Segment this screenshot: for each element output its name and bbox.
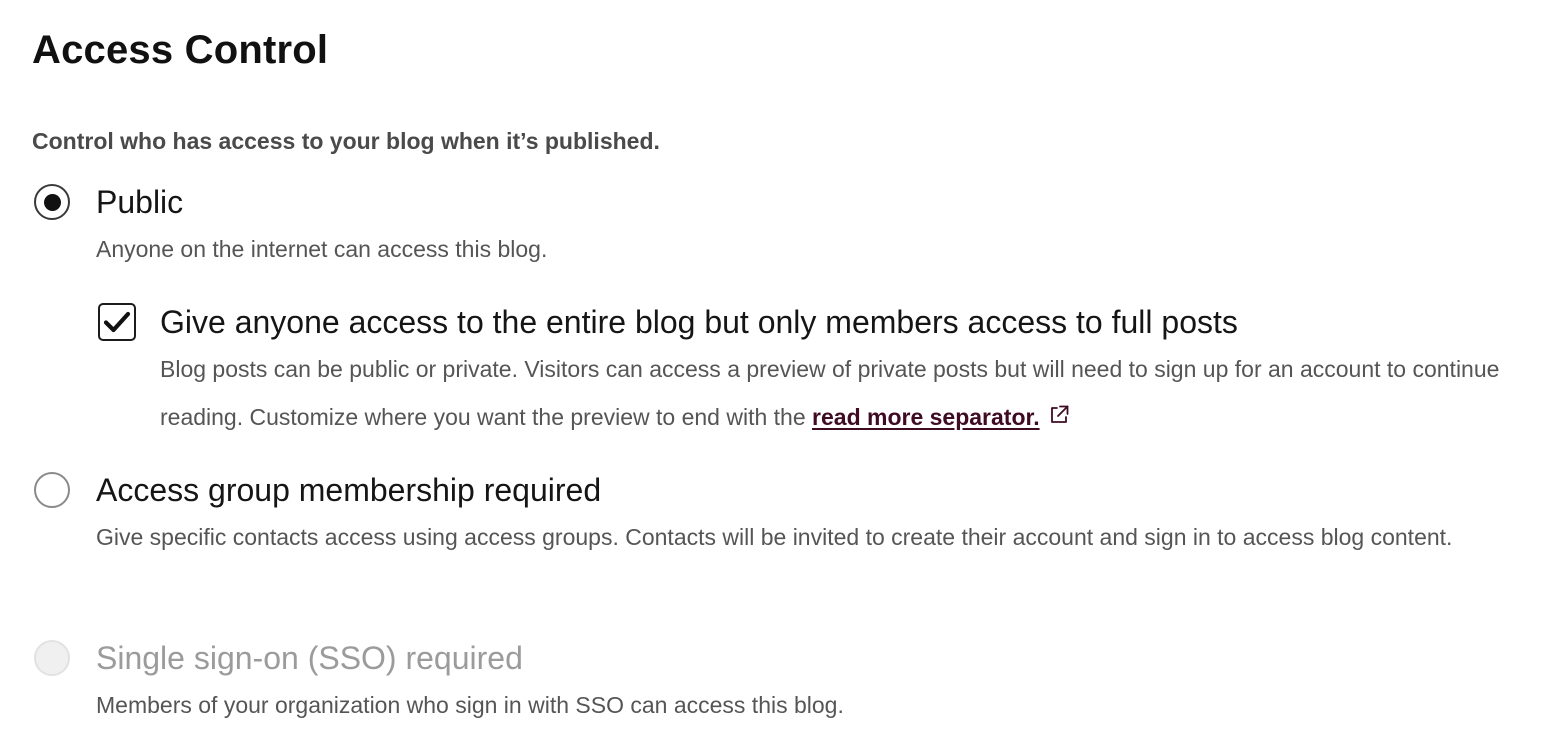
external-link-icon[interactable]: [1048, 394, 1070, 442]
sso-description: Members of your organization who sign in…: [96, 692, 844, 718]
members-full-posts-description: Blog posts can be public or private. Vis…: [160, 345, 1548, 442]
public-description: Anyone on the internet can access this b…: [96, 236, 548, 262]
public-radio[interactable]: [34, 184, 70, 220]
public-label[interactable]: Public: [96, 182, 183, 222]
access-group-label[interactable]: Access group membership required: [96, 470, 601, 510]
read-more-separator-link[interactable]: read more separator.: [812, 404, 1040, 430]
members-full-posts-label[interactable]: Give anyone access to the entire blog bu…: [160, 302, 1238, 342]
checkmark-icon: [103, 311, 131, 333]
radio-selected-dot: [43, 193, 61, 211]
members-full-posts-checkbox[interactable]: [98, 303, 136, 341]
page-title: Access Control: [32, 28, 329, 72]
section-intro: Control who has access to your blog when…: [32, 128, 660, 154]
sso-radio: [34, 640, 70, 676]
access-group-radio[interactable]: [34, 472, 70, 508]
access-group-description: Give specific contacts access using acce…: [96, 524, 1453, 550]
sso-label: Single sign-on (SSO) required: [96, 640, 523, 676]
